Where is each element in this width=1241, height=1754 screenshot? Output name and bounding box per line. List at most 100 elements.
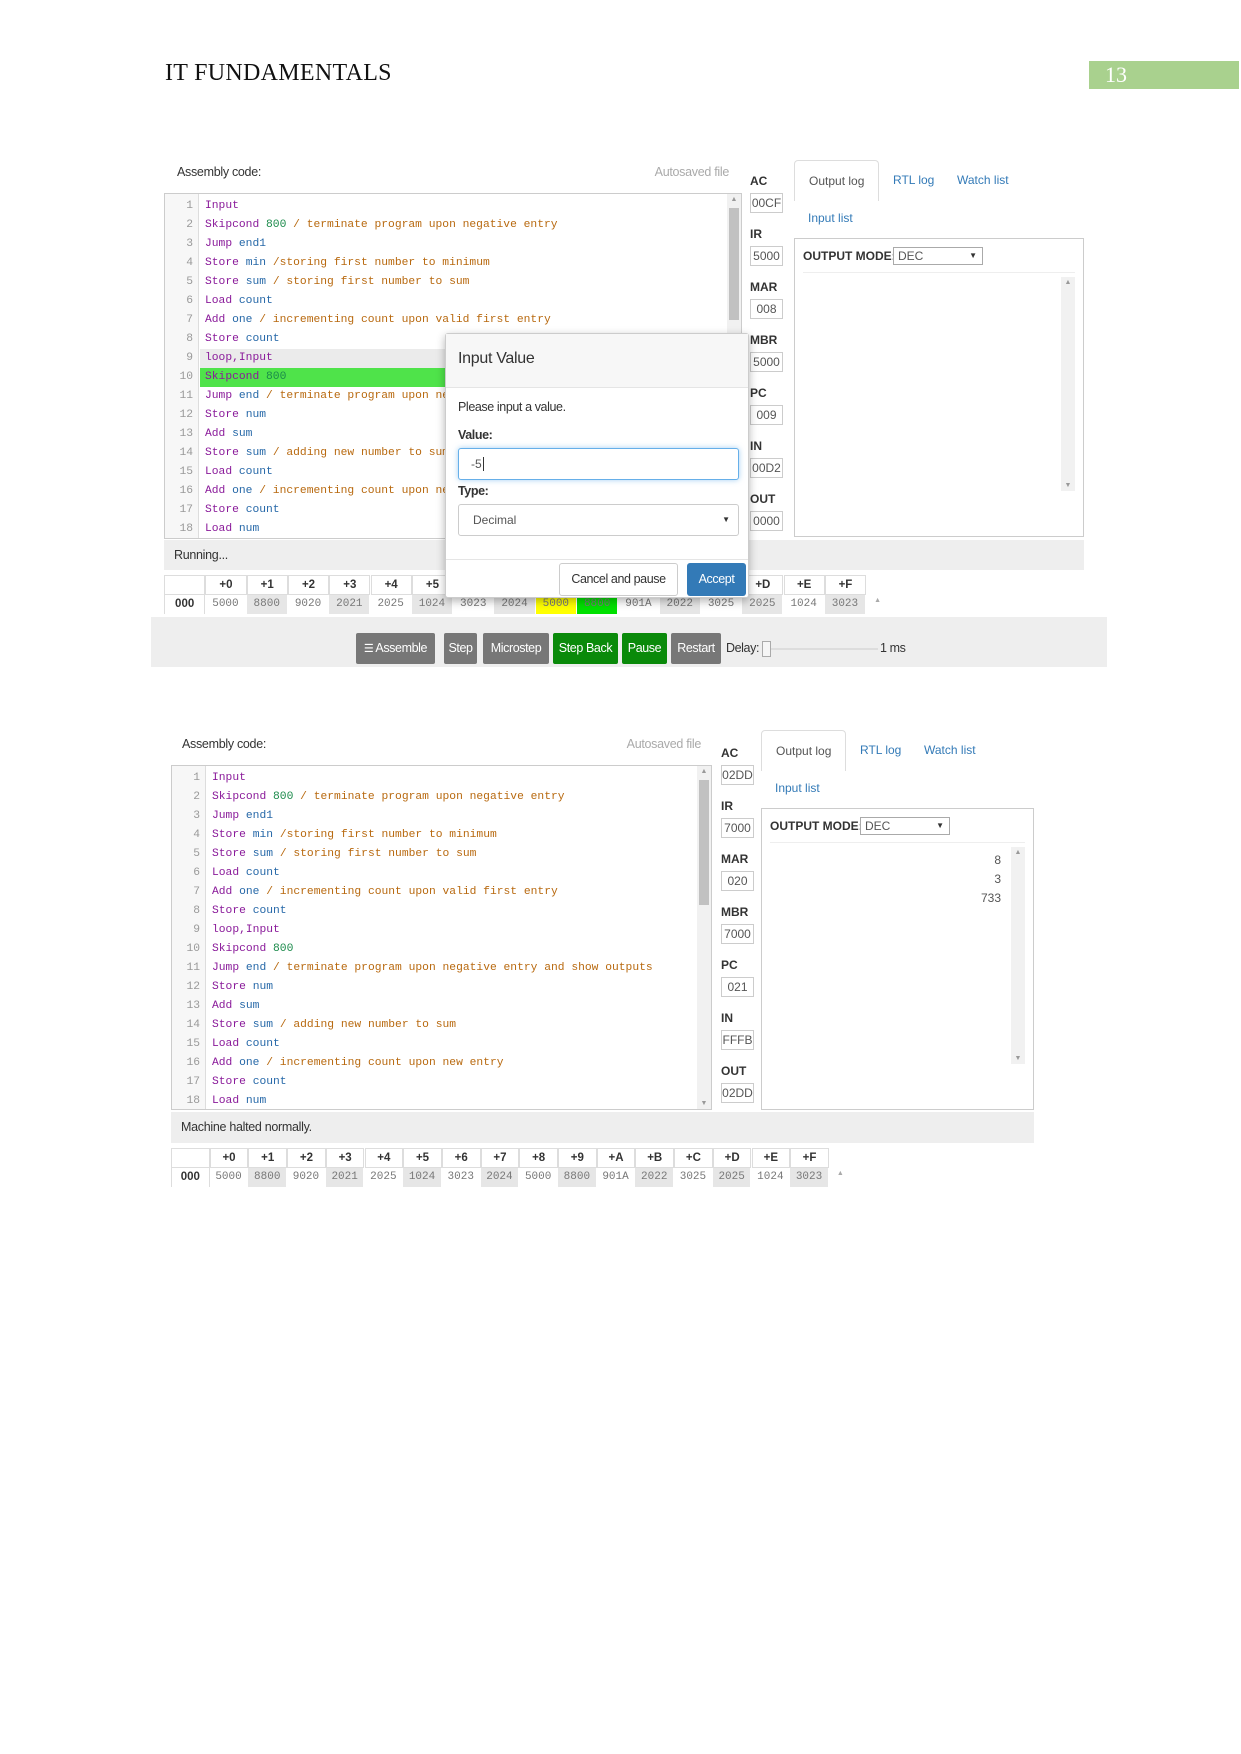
memory-column-header: +F bbox=[824, 575, 867, 595]
memory-cell[interactable]: 2025 bbox=[712, 1168, 752, 1187]
tab-output-log[interactable]: Output log bbox=[794, 160, 880, 201]
delay-slider-track[interactable] bbox=[766, 648, 878, 650]
memory-cell[interactable]: 2022 bbox=[635, 1168, 675, 1187]
line-number: 4 bbox=[193, 829, 200, 841]
value-input[interactable]: -5 bbox=[458, 448, 739, 480]
tab-rtl-log[interactable]: RTL log bbox=[879, 160, 948, 200]
register-value-ir: 7000 bbox=[721, 818, 754, 838]
code-line[interactable]: 1 Input bbox=[165, 197, 725, 216]
chevron-down-icon: ▼ bbox=[722, 515, 730, 524]
code-line[interactable]: 6 Load count bbox=[165, 292, 725, 311]
code-line[interactable]: 4 Store min /storing first number to mini… bbox=[165, 254, 725, 273]
tab-watch-list[interactable]: Watch list bbox=[943, 160, 1023, 200]
memory-cell[interactable]: 3025 bbox=[674, 1168, 713, 1187]
code-line[interactable]: 17 Store count bbox=[172, 1073, 695, 1092]
memory-cell[interactable]: 5000 bbox=[205, 595, 247, 614]
code-instruction: Skipcond bbox=[212, 791, 274, 803]
code-line[interactable]: 13 Add sum bbox=[172, 997, 695, 1016]
tab-rtl-log[interactable]: RTL log bbox=[846, 730, 915, 770]
output-mode-select[interactable]: DEC ▼ bbox=[893, 247, 983, 265]
memory-cell[interactable]: 2024 bbox=[480, 1168, 520, 1187]
output-scrollbar[interactable]: ▲ ▼ bbox=[1011, 847, 1025, 1064]
memory-column-header: +4 bbox=[370, 575, 412, 595]
code-editor[interactable]: 1 Input 2 Skipcond 800 / terminate program … bbox=[171, 765, 712, 1110]
code-line[interactable]: 5 Store sum / storing first number to sum bbox=[165, 273, 725, 292]
code-line[interactable]: 11 Jump end / terminate program upon nega… bbox=[172, 959, 695, 978]
tab-input-list[interactable]: Input list bbox=[761, 768, 834, 808]
code-instruction: Store bbox=[205, 409, 246, 421]
delay-slider-handle[interactable] bbox=[762, 641, 771, 657]
memory-cell[interactable]: 2021 bbox=[325, 1168, 365, 1187]
code-line[interactable]: 1 Input bbox=[172, 769, 695, 788]
memory-cell[interactable]: 9020 bbox=[287, 595, 330, 614]
microstep-button[interactable]: Microstep bbox=[483, 633, 549, 664]
code-line[interactable]: 9 loop,Input bbox=[172, 921, 695, 940]
scroll-up-arrow-icon[interactable]: ▲ bbox=[1061, 279, 1075, 286]
code-operand: end bbox=[238, 390, 267, 402]
line-number: 5 bbox=[193, 848, 200, 860]
tab-input-list[interactable]: Input list bbox=[794, 198, 867, 238]
type-select[interactable]: Decimal ▼ bbox=[458, 504, 739, 536]
tab-output-log[interactable]: Output log bbox=[761, 730, 847, 771]
memory-cell[interactable]: 8800 bbox=[558, 1168, 597, 1187]
memory-cell[interactable]: 1024 bbox=[403, 1168, 442, 1187]
memory-cell[interactable]: 2025 bbox=[742, 595, 784, 614]
output-mode-select[interactable]: DEC ▼ bbox=[860, 817, 950, 835]
memory-cell[interactable]: 8800 bbox=[246, 595, 288, 614]
code-text: loop,Input bbox=[212, 921, 280, 940]
code-line[interactable]: 3 Jump end1 bbox=[165, 235, 725, 254]
scroll-down-arrow-icon[interactable]: ▼ bbox=[697, 1100, 711, 1107]
memory-scroll-arrow-icon[interactable]: ▲ bbox=[837, 1170, 844, 1177]
scrollbar-thumb[interactable] bbox=[729, 208, 739, 320]
step-back-button[interactable]: Step Back bbox=[553, 633, 618, 664]
register-value-mbr: 5000 bbox=[750, 352, 783, 372]
editor-scrollbar[interactable]: ▲▼ bbox=[697, 766, 711, 1109]
scrollbar-thumb[interactable] bbox=[699, 780, 709, 905]
code-line[interactable]: 5 Store sum / storing first number to sum bbox=[172, 845, 695, 864]
tab-watch-list[interactable]: Watch list bbox=[910, 730, 990, 770]
memory-cell[interactable]: 2021 bbox=[329, 595, 371, 614]
code-line[interactable]: 14 Store sum / adding new number to sum bbox=[172, 1016, 695, 1035]
step-button[interactable]: Step bbox=[444, 633, 477, 664]
memory-cell[interactable]: 901A bbox=[596, 1168, 636, 1187]
memory-cell[interactable]: 1024 bbox=[751, 1168, 791, 1187]
memory-cell[interactable]: 1024 bbox=[783, 595, 825, 614]
scroll-down-arrow-icon[interactable]: ▼ bbox=[1011, 1055, 1025, 1062]
code-line[interactable]: 18 Load num bbox=[172, 1092, 695, 1109]
code-line[interactable]: 15 Load count bbox=[172, 1035, 695, 1054]
pause-button[interactable]: Pause bbox=[622, 633, 667, 664]
scroll-up-arrow-icon[interactable]: ▲ bbox=[727, 196, 741, 203]
code-line[interactable]: 4 Store min /storing first number to mini… bbox=[172, 826, 695, 845]
code-line[interactable]: 2 Skipcond 800 / terminate program upon n… bbox=[172, 788, 695, 807]
line-number: 14 bbox=[186, 1019, 200, 1031]
memory-cell[interactable]: 3023 bbox=[824, 595, 867, 614]
assemble-button[interactable]: ☰ Assemble bbox=[356, 633, 435, 664]
memory-column-header: +5 bbox=[403, 1148, 442, 1168]
scroll-up-arrow-icon[interactable]: ▲ bbox=[697, 768, 711, 775]
scroll-up-arrow-icon[interactable]: ▲ bbox=[1011, 849, 1025, 856]
memory-cell[interactable]: 3023 bbox=[790, 1168, 829, 1187]
code-line[interactable]: 7 Add one / incrementing count upon valid… bbox=[172, 883, 695, 902]
code-line[interactable]: 12 Store num bbox=[172, 978, 695, 997]
code-line[interactable]: 7 Add one / incrementing count upon valid… bbox=[165, 311, 725, 330]
code-text: Skipcond 800 / terminate program upon ne… bbox=[205, 216, 558, 235]
memory-cell[interactable]: 5000 bbox=[209, 1168, 249, 1187]
accept-button[interactable]: Accept bbox=[687, 563, 746, 596]
code-line[interactable]: 3 Jump end1 bbox=[172, 807, 695, 826]
memory-cell[interactable]: 2025 bbox=[364, 1168, 404, 1187]
scroll-down-arrow-icon[interactable]: ▼ bbox=[1061, 482, 1075, 489]
memory-cell[interactable]: 9020 bbox=[287, 1168, 326, 1187]
memory-cell[interactable]: 3023 bbox=[441, 1168, 481, 1187]
code-line[interactable]: 2 Skipcond 800 / terminate program upon n… bbox=[165, 216, 725, 235]
code-line[interactable]: 10 Skipcond 800 bbox=[172, 940, 695, 959]
code-line[interactable]: 8 Store count bbox=[172, 902, 695, 921]
code-line[interactable]: 16 Add one / incrementing count upon new … bbox=[172, 1054, 695, 1073]
memory-cell[interactable]: 8800 bbox=[248, 1168, 288, 1187]
output-scrollbar[interactable]: ▲ ▼ bbox=[1061, 277, 1075, 491]
restart-button[interactable]: Restart bbox=[671, 633, 721, 664]
code-line[interactable]: 6 Load count bbox=[172, 864, 695, 883]
memory-scroll-arrow-icon[interactable]: ▲ bbox=[874, 597, 881, 604]
memory-cell[interactable]: 2025 bbox=[370, 595, 412, 614]
cancel-and-pause-button[interactable]: Cancel and pause bbox=[559, 563, 678, 596]
memory-cell[interactable]: 5000 bbox=[519, 1168, 558, 1187]
